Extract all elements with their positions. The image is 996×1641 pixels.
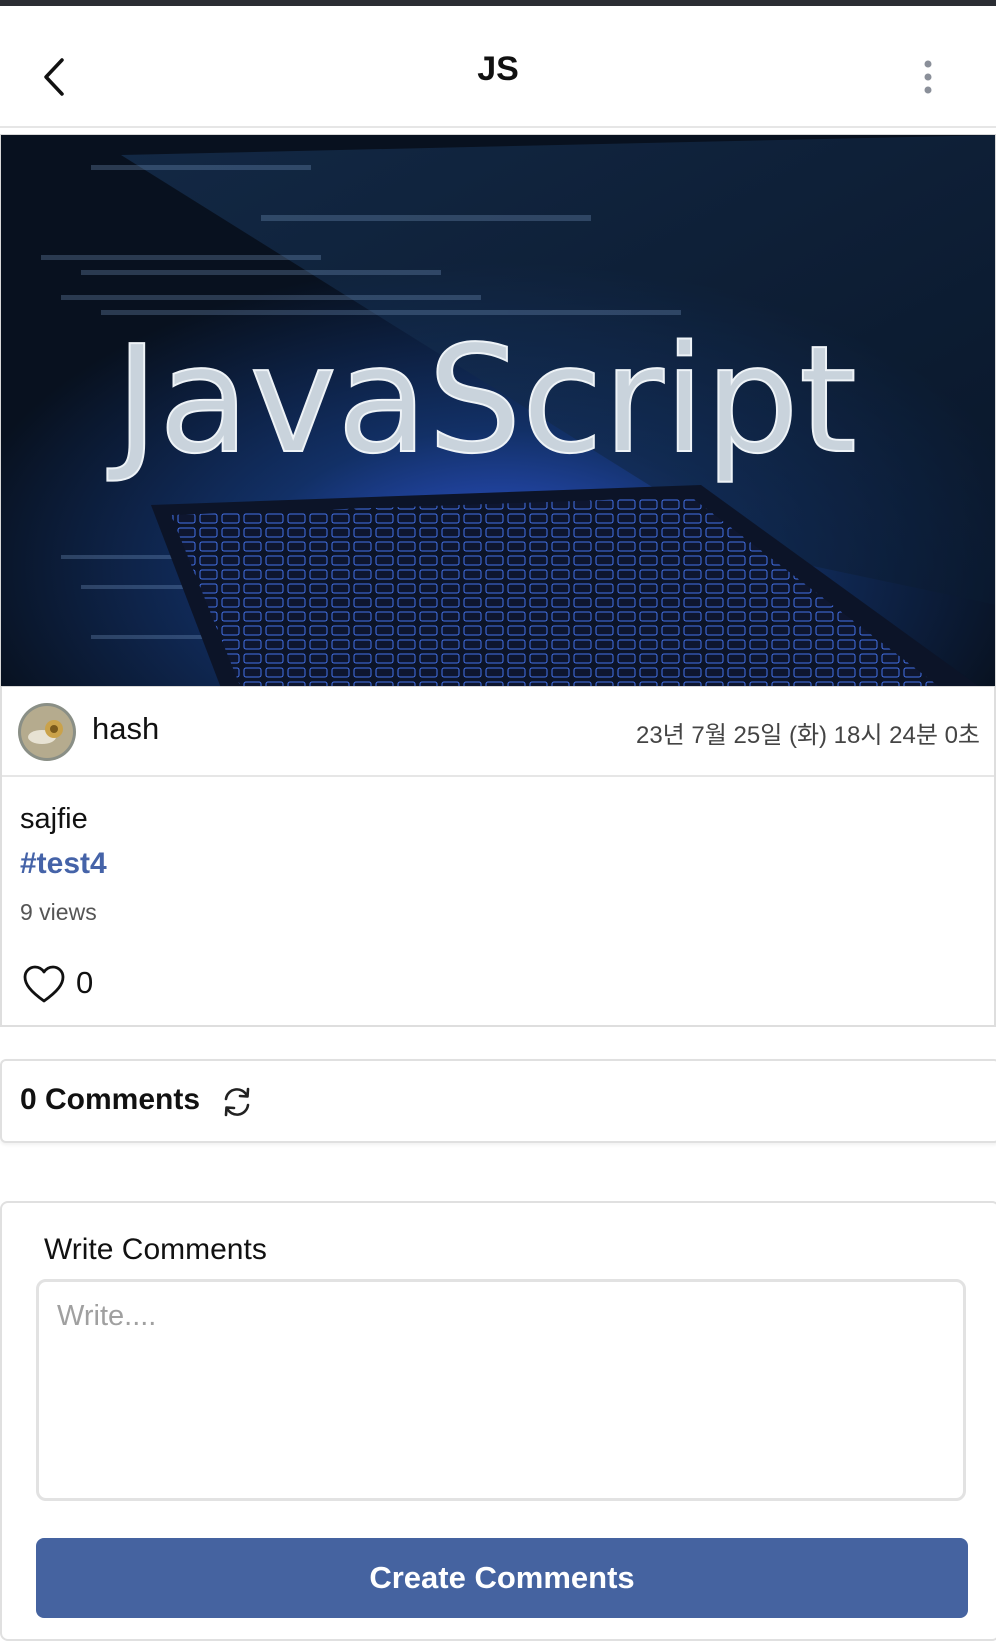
post-date: 23년 7월 25일 (화) 18시 24분 0초 [635, 722, 980, 749]
author-row: hash 23년 7월 25일 (화) 18시 24분 0초 [2, 687, 994, 777]
hashtag-link[interactable]: #test4 [20, 847, 107, 881]
avatar[interactable] [18, 703, 76, 761]
post-card: hash 23년 7월 25일 (화) 18시 24분 0초 sajfie #t… [0, 687, 996, 1027]
page-title: JS [477, 50, 519, 88]
comments-header: 0 Comments [0, 1059, 996, 1143]
comment-input[interactable] [36, 1279, 966, 1501]
like-button[interactable] [22, 963, 66, 1007]
post-image: JavaScript [0, 134, 996, 687]
post-body: sajfie [20, 803, 88, 835]
heart-icon [23, 965, 65, 1003]
comments-count: 0 Comments [20, 1083, 201, 1116]
vertical-dots-icon [924, 60, 932, 94]
write-comment-card: Write Comments Create Comments [0, 1201, 996, 1641]
hero-title: JavaScript [107, 314, 857, 486]
like-count: 0 [76, 965, 94, 1000]
view-count: 9 views [20, 899, 97, 925]
more-options-button[interactable] [912, 56, 944, 102]
refresh-icon [224, 1087, 250, 1117]
refresh-comments-button[interactable] [220, 1085, 254, 1119]
write-comments-label: Write Comments [44, 1233, 267, 1266]
author-name[interactable]: hash [92, 711, 159, 747]
create-comments-button[interactable]: Create Comments [36, 1538, 968, 1618]
app-header: JS [0, 6, 996, 128]
